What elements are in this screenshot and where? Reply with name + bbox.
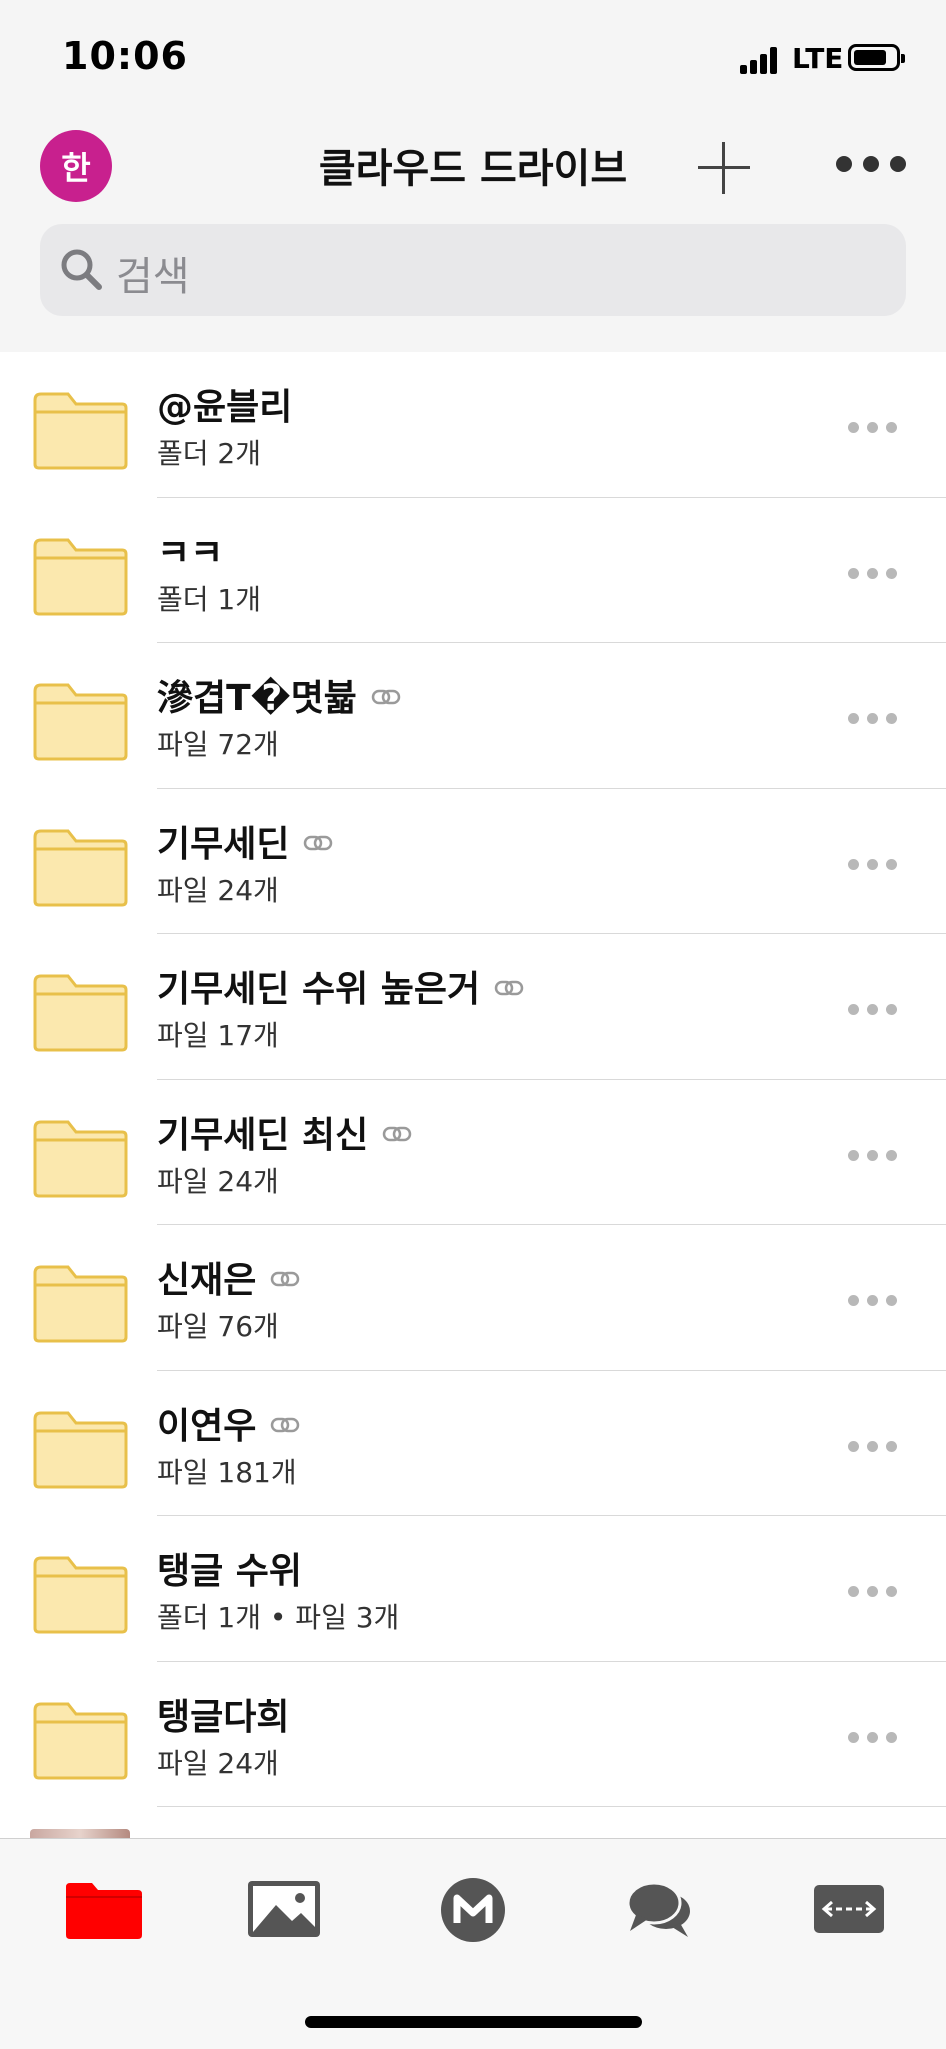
- folder-row[interactable]: 탱글다희 파일 24개: [0, 1662, 946, 1807]
- search-icon: [61, 249, 102, 290]
- folder-row[interactable]: 기무세딘 최신 파일 24개: [0, 1080, 946, 1225]
- folder-icon: [33, 974, 128, 1052]
- folder-name-wrap: 滲겹T�몃뷻: [157, 669, 401, 721]
- link-icon: [271, 1271, 300, 1287]
- folder-meta: 파일 24개: [157, 1164, 279, 1198]
- row-more-button[interactable]: [848, 422, 898, 434]
- folder-name-wrap: 신재은: [157, 1251, 300, 1303]
- folder-row[interactable]: 기무세딘 파일 24개: [0, 789, 946, 934]
- row-more-button[interactable]: [848, 1586, 898, 1598]
- link-icon: [371, 689, 401, 705]
- row-more-button[interactable]: [848, 858, 898, 871]
- folder-name: 이연우: [157, 1405, 257, 1447]
- link-icon: [383, 1126, 412, 1141]
- more-options-button[interactable]: [836, 152, 906, 176]
- row-more-button[interactable]: [848, 567, 898, 580]
- folder-icon: [33, 1411, 128, 1488]
- row-more-button[interactable]: [848, 1731, 898, 1744]
- folder-name: 滲겹T�몃뷻: [157, 678, 357, 719]
- signal-icon: [740, 46, 778, 74]
- row-more-button[interactable]: [848, 713, 898, 725]
- folder-meta: 파일 24개: [157, 1746, 279, 1780]
- folder-icon: [33, 1265, 128, 1343]
- folder-list: @윤블리 폴더 2개 ㅋㅋ 폴더 1개 滲겹T�몃뷻 파일 72개 기무세딘 파…: [0, 352, 946, 1807]
- folder-name: 기무세딘 최신: [157, 1114, 369, 1156]
- link-icon: [304, 835, 333, 850]
- folder-icon: [33, 683, 128, 761]
- folder-icon: [33, 1120, 128, 1197]
- folder-icon: [33, 392, 128, 470]
- folder-row[interactable]: ㅋㅋ 폴더 1개: [0, 498, 946, 643]
- divider: [157, 1806, 946, 1807]
- folder-name-wrap: 기무세딘 최신: [157, 1106, 412, 1158]
- network-label: LTE: [792, 42, 844, 75]
- page-title: 클라우드 드라이브: [318, 146, 628, 192]
- folder-meta: 폴더 1개 • 파일 3개: [157, 1601, 400, 1634]
- folder-name: @윤블리: [157, 387, 293, 428]
- folder-meta: 폴더 2개: [157, 437, 261, 470]
- folder-row[interactable]: 신재은 파일 76개: [0, 1225, 946, 1371]
- folder-icon: [33, 829, 128, 906]
- add-button[interactable]: [694, 138, 754, 198]
- chat-icon[interactable]: [622, 1875, 702, 1945]
- folder-meta: 폴더 1개: [157, 582, 261, 616]
- folder-row[interactable]: 기무세딘 수위 높은거 파일 17개: [0, 934, 946, 1080]
- folder-name: 탱글다희: [157, 1696, 290, 1738]
- folder-meta: 파일 181개: [157, 1455, 297, 1489]
- folder-name-wrap: 이연우: [157, 1397, 300, 1449]
- folder-name: 기무세딘 수위 높은거: [157, 969, 481, 1010]
- folder-name-wrap: ㅋㅋ: [157, 524, 223, 576]
- folder-icon: [33, 1702, 128, 1779]
- row-more-button[interactable]: [848, 1149, 898, 1162]
- folder-meta: 파일 76개: [157, 1310, 279, 1343]
- folder-icon[interactable]: [64, 1875, 144, 1945]
- folder-name-wrap: 탱글다희: [157, 1688, 289, 1740]
- link-icon: [494, 980, 524, 996]
- folder-row[interactable]: 滲겹T�몃뷻 파일 72개: [0, 643, 946, 789]
- folder-name-wrap: 탱글 수위: [157, 1542, 302, 1594]
- folder-icon: [33, 1556, 128, 1634]
- folder-meta: 파일 72개: [157, 728, 279, 761]
- folder-meta: 파일 24개: [157, 873, 279, 907]
- folder-row[interactable]: @윤블리 폴더 2개: [0, 352, 946, 498]
- folder-name-wrap: @윤블리: [157, 378, 292, 430]
- folder-row[interactable]: 탱글 수위 폴더 1개 • 파일 3개: [0, 1516, 946, 1662]
- search-bar[interactable]: 검색: [40, 224, 906, 316]
- search-placeholder: 검색: [116, 254, 190, 300]
- status-time: 10:06: [62, 34, 188, 78]
- folder-meta: 파일 17개: [157, 1019, 279, 1052]
- folder-name-wrap: 기무세딘 수위 높은거: [157, 960, 524, 1012]
- home-indicator: [305, 2016, 642, 2028]
- row-more-button[interactable]: [848, 1440, 898, 1453]
- photo-icon[interactable]: [244, 1875, 324, 1945]
- row-more-button[interactable]: [848, 1295, 898, 1307]
- row-more-button[interactable]: [848, 1004, 898, 1016]
- folder-name: 탱글 수위: [157, 1551, 303, 1592]
- folder-row[interactable]: 이연우 파일 181개: [0, 1371, 946, 1516]
- transfer-icon[interactable]: [810, 1875, 890, 1945]
- folder-name: 신재은: [157, 1260, 257, 1301]
- folder-icon: [33, 538, 128, 615]
- link-icon: [271, 1417, 300, 1432]
- folder-name: 기무세딘: [157, 823, 290, 865]
- battery-icon: [848, 44, 905, 71]
- folder-name: ㅋㅋ: [157, 532, 224, 574]
- folder-name-wrap: 기무세딘: [157, 815, 333, 867]
- m-logo-icon[interactable]: [433, 1875, 513, 1945]
